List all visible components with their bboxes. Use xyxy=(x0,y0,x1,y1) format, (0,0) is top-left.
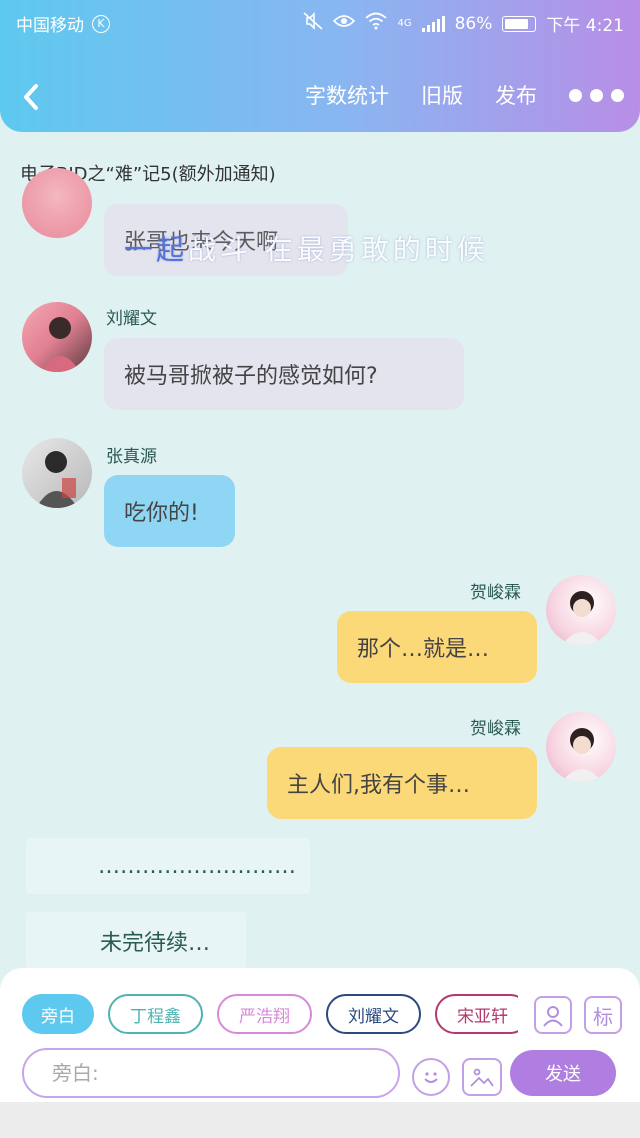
avatar[interactable] xyxy=(22,168,92,238)
narration-block: 未完待续… xyxy=(26,912,246,970)
word-count-button[interactable]: 字数统计 xyxy=(305,80,389,110)
avatar[interactable] xyxy=(22,438,92,508)
chevron-left-icon[interactable] xyxy=(18,80,48,114)
battery-percent: 86% xyxy=(454,13,493,34)
avatar[interactable] xyxy=(546,575,616,645)
role-chip[interactable]: 严浩翔 xyxy=(217,994,312,1034)
wifi-icon xyxy=(365,12,388,35)
app-header: 中国移动 K 4G 86% 下午 4:21 字数统计 旧版 发布 xyxy=(0,0,640,132)
role-chip[interactable]: 宋亚轩 xyxy=(435,994,518,1034)
message-bubble: 吃你的! xyxy=(104,475,235,547)
message-input[interactable] xyxy=(52,1061,370,1085)
composer-panel: 旁白 丁程鑫 严浩翔 刘耀文 宋亚轩 标 发送 xyxy=(0,968,640,1102)
role-chips: 旁白 丁程鑫 严浩翔 刘耀文 宋亚轩 xyxy=(22,994,518,1038)
carrier-badge: K xyxy=(92,14,110,33)
role-chip-narrator[interactable]: 旁白 xyxy=(22,994,94,1034)
network-type: 4G xyxy=(397,18,412,29)
status-right: 4G 86% 下午 4:21 xyxy=(303,11,624,36)
old-version-button[interactable]: 旧版 xyxy=(421,80,463,110)
narration-text: ……………………… xyxy=(98,853,296,879)
carrier-name: 中国移动 xyxy=(16,16,84,36)
signal-icon xyxy=(421,15,445,32)
overlay-highlight: 一起 xyxy=(124,233,189,266)
avatar[interactable] xyxy=(22,302,92,372)
role-card-icon[interactable] xyxy=(534,996,572,1034)
battery-icon xyxy=(502,15,537,32)
message-bubble: 那个…就是… xyxy=(337,611,537,683)
avatar[interactable] xyxy=(546,712,616,782)
message-bubble: 被马哥掀被子的感觉如何? xyxy=(104,338,464,410)
overlay-caption: 一起战斗 在最勇敢的时候 xyxy=(124,228,489,268)
header-actions: 字数统计 旧版 发布 xyxy=(305,80,624,110)
message-bubble: 主人们,我有个事… xyxy=(267,747,537,819)
sender-name: 张真源 xyxy=(106,447,157,467)
bottom-strip xyxy=(0,1102,640,1138)
more-dots-icon[interactable] xyxy=(569,88,624,102)
sender-name: 贺峻霖 xyxy=(470,719,521,739)
tag-button-label: 标 xyxy=(593,1004,613,1029)
overlay-rest: 战斗 在最勇敢的时候 xyxy=(188,233,489,266)
message-text: 吃你的! xyxy=(124,501,199,526)
clock: 下午 4:21 xyxy=(546,16,624,36)
message-text: 主人们,我有个事… xyxy=(287,773,470,798)
role-chip[interactable]: 刘耀文 xyxy=(326,994,421,1034)
sender-name: 刘耀文 xyxy=(106,309,157,329)
message-input-wrap xyxy=(22,1048,400,1098)
narration-text: 未完待续… xyxy=(100,931,211,956)
status-left: 中国移动 K xyxy=(16,11,110,36)
tag-button[interactable]: 标 xyxy=(584,996,622,1034)
mute-icon xyxy=(303,12,324,35)
eye-icon xyxy=(333,13,356,34)
image-icon[interactable] xyxy=(462,1058,502,1096)
status-bar: 中国移动 K 4G 86% 下午 4:21 xyxy=(0,0,640,44)
send-button[interactable]: 发送 xyxy=(510,1050,616,1096)
publish-button[interactable]: 发布 xyxy=(495,80,537,110)
sender-name: 贺峻霖 xyxy=(470,583,521,603)
battery-fill xyxy=(505,18,528,29)
message-text: 被马哥掀被子的感觉如何? xyxy=(124,364,378,389)
message-text: 那个…就是… xyxy=(357,637,490,662)
narration-block: ……………………… xyxy=(26,838,310,894)
role-chip[interactable]: 丁程鑫 xyxy=(108,994,203,1034)
smiley-icon[interactable] xyxy=(412,1058,450,1096)
